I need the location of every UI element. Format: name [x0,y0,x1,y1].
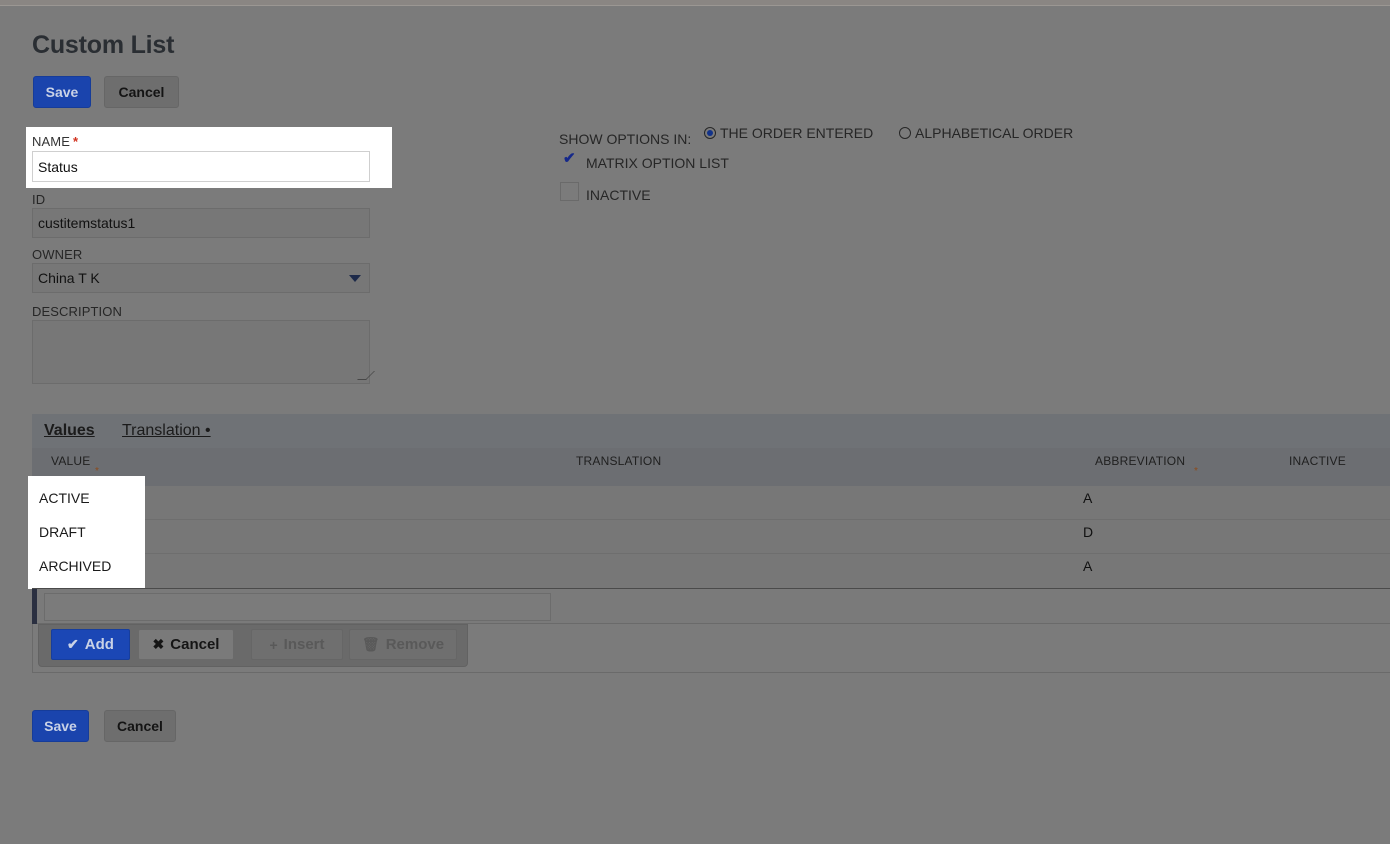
checkmark-icon[interactable]: ✔ [563,149,576,167]
row-divider [32,553,1390,554]
tab-values[interactable]: Values [44,422,95,440]
cancel-button[interactable]: Cancel [104,76,179,108]
radio-icon[interactable] [899,127,911,139]
column-header-inactive[interactable]: INACTIVE [1289,454,1346,468]
owner-value: China T K [38,270,100,286]
table-row-abbreviation[interactable]: D [1083,524,1093,540]
inactive-checkbox[interactable] [560,182,579,201]
required-asterisk: * [72,134,79,149]
trash-icon: 🗑 [361,636,380,652]
top-border [0,0,1390,6]
row-divider [32,519,1390,520]
column-header-value[interactable]: VALUE [51,454,90,468]
table-body [32,486,1390,588]
new-value-input[interactable] [44,593,551,621]
name-input[interactable]: Status [32,151,370,182]
add-button[interactable]: ✔ Add [51,629,130,660]
table-row-abbreviation[interactable]: A [1083,490,1092,506]
chevron-down-icon[interactable] [349,275,361,282]
column-header-abbreviation[interactable]: ABBREVIATION [1095,454,1185,468]
checkmark-icon: ✔ [67,636,79,652]
bottom-cancel-button[interactable]: Cancel [104,710,176,742]
table-row-value[interactable]: DRAFT [39,524,86,540]
save-button[interactable]: Save [33,76,91,108]
remove-button[interactable]: 🗑 Remove [349,629,457,660]
table-row-value[interactable]: ARCHIVED [39,558,111,574]
owner-label: OWNER [32,247,83,262]
insert-button[interactable]: + Insert [251,629,343,660]
required-asterisk: * [1194,466,1198,477]
name-field-group: NAME * Status [26,127,392,188]
description-label: DESCRIPTION [32,304,122,319]
resize-grip-icon[interactable] [357,371,375,380]
close-icon: ✖ [152,636,165,652]
page-title: Custom List [32,31,175,59]
row-cancel-button[interactable]: ✖ Cancel [138,629,234,660]
id-label: ID [32,192,46,207]
values-highlight: ACTIVE DRAFT ARCHIVED [28,476,145,589]
bottom-save-button[interactable]: Save [32,710,89,742]
table-header [32,448,1390,486]
inactive-label: INACTIVE [586,187,651,203]
description-textarea[interactable] [32,320,375,384]
tab-translation[interactable]: Translation • [122,422,211,440]
alphabetical-option[interactable]: ALPHABETICAL ORDER [899,125,1073,141]
show-options-label: SHOW OPTIONS IN: [559,131,692,147]
sublist-tabs [32,414,1390,448]
owner-select[interactable]: China T K [32,263,370,293]
name-label: NAME * [32,134,79,149]
order-entered-option[interactable]: THE ORDER ENTERED [704,125,873,141]
plus-icon: + [269,636,278,653]
table-row-value[interactable]: ACTIVE [39,490,90,506]
table-row-abbreviation[interactable]: A [1083,558,1092,574]
edit-row-marker [32,589,37,624]
id-input[interactable]: custitemstatus1 [32,208,370,238]
matrix-option-label: MATRIX OPTION LIST [586,155,729,171]
column-header-translation[interactable]: TRANSLATION [576,454,661,468]
radio-selected-icon[interactable] [704,127,716,139]
